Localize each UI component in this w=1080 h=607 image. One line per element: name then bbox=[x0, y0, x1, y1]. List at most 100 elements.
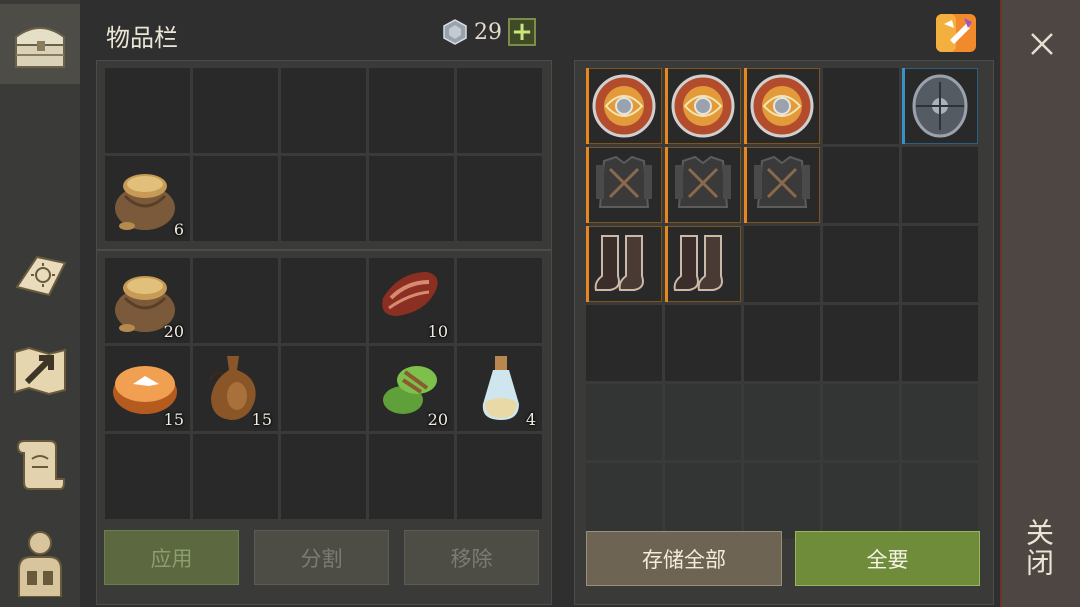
empty-slot[interactable] bbox=[457, 68, 542, 153]
currency-amount: 29 bbox=[474, 19, 502, 45]
empty-slot[interactable] bbox=[369, 156, 454, 241]
item-slot[interactable] bbox=[665, 226, 741, 302]
rarity-marker bbox=[586, 147, 589, 223]
item-slot[interactable] bbox=[586, 147, 662, 223]
take-all-button[interactable]: 全要 bbox=[795, 531, 980, 586]
empty-slot[interactable] bbox=[193, 68, 278, 153]
empty-slot[interactable] bbox=[281, 346, 366, 431]
empty-slot[interactable] bbox=[369, 434, 454, 519]
item-slot[interactable]: 6 bbox=[105, 156, 190, 241]
round-shield-icon bbox=[744, 68, 820, 144]
empty-slot[interactable] bbox=[457, 434, 542, 519]
rarity-marker bbox=[902, 68, 905, 144]
item-slot[interactable]: 20 bbox=[105, 258, 190, 343]
item-slot[interactable]: 15 bbox=[193, 346, 278, 431]
close-panel[interactable]: 关闭 bbox=[1000, 0, 1080, 607]
empty-slot[interactable] bbox=[586, 305, 662, 381]
boots-icon bbox=[665, 226, 741, 302]
empty-slot[interactable] bbox=[193, 156, 278, 241]
item-slot[interactable]: 10 bbox=[369, 258, 454, 343]
close-icon[interactable] bbox=[1022, 24, 1062, 64]
item-slot[interactable] bbox=[744, 147, 820, 223]
empty-slot[interactable] bbox=[823, 226, 899, 302]
apply-button[interactable]: 应用 bbox=[104, 530, 239, 585]
empty-slot[interactable] bbox=[902, 226, 978, 302]
empty-slot[interactable] bbox=[902, 147, 978, 223]
empty-slot[interactable] bbox=[457, 156, 542, 241]
empty-slot[interactable] bbox=[193, 258, 278, 343]
item-quantity: 10 bbox=[427, 322, 448, 341]
map-icon bbox=[14, 346, 66, 396]
empty-slot[interactable] bbox=[665, 305, 741, 381]
empty-slot[interactable] bbox=[281, 258, 366, 343]
add-currency-button[interactable]: + bbox=[508, 18, 536, 46]
quick-slots-grid: 6 bbox=[105, 68, 542, 241]
item-slot[interactable]: 4 bbox=[457, 346, 542, 431]
sidebar-item-inventory[interactable] bbox=[0, 4, 80, 84]
empty-slot[interactable] bbox=[823, 384, 899, 460]
empty-slot[interactable] bbox=[193, 434, 278, 519]
sidebar-item-character[interactable] bbox=[0, 522, 80, 602]
close-label: 关闭 bbox=[1022, 518, 1055, 578]
sun-book-icon bbox=[15, 255, 67, 297]
item-slot[interactable] bbox=[902, 68, 978, 144]
rarity-marker bbox=[665, 147, 668, 223]
empty-slot[interactable] bbox=[744, 305, 820, 381]
empty-slot[interactable] bbox=[665, 463, 741, 539]
empty-slot[interactable] bbox=[369, 68, 454, 153]
item-slot[interactable]: 20 bbox=[369, 346, 454, 431]
sidebar bbox=[0, 0, 80, 607]
empty-slot[interactable] bbox=[902, 463, 978, 539]
armor-icon bbox=[586, 147, 662, 223]
item-slot[interactable] bbox=[665, 147, 741, 223]
empty-slot[interactable] bbox=[823, 147, 899, 223]
empty-slot[interactable] bbox=[105, 434, 190, 519]
rarity-marker bbox=[744, 147, 747, 223]
empty-slot[interactable] bbox=[665, 384, 741, 460]
scroll-icon bbox=[16, 440, 65, 490]
storage-grid bbox=[586, 68, 978, 539]
empty-slot[interactable] bbox=[744, 226, 820, 302]
empty-slot[interactable] bbox=[744, 463, 820, 539]
empty-slot[interactable] bbox=[902, 305, 978, 381]
empty-slot[interactable] bbox=[744, 384, 820, 460]
currency-display: 29 + bbox=[442, 18, 536, 46]
round-shield-icon bbox=[586, 68, 662, 144]
item-slot[interactable] bbox=[586, 68, 662, 144]
remove-button[interactable]: 移除 bbox=[404, 530, 539, 585]
empty-slot[interactable] bbox=[586, 384, 662, 460]
item-quantity: 20 bbox=[427, 410, 448, 429]
sidebar-item-crafting[interactable] bbox=[0, 232, 80, 312]
rarity-marker bbox=[744, 68, 747, 144]
empty-slot[interactable] bbox=[586, 463, 662, 539]
sidebar-item-quests[interactable] bbox=[0, 424, 80, 504]
sidebar-item-map[interactable] bbox=[0, 330, 80, 410]
rarity-marker bbox=[665, 68, 668, 144]
item-slot[interactable]: 15 bbox=[105, 346, 190, 431]
armor-icon bbox=[665, 147, 741, 223]
empty-slot[interactable] bbox=[902, 384, 978, 460]
item-slot[interactable] bbox=[586, 226, 662, 302]
item-slot[interactable] bbox=[665, 68, 741, 144]
item-slot[interactable] bbox=[744, 68, 820, 144]
round-shield-icon bbox=[665, 68, 741, 144]
empty-slot[interactable] bbox=[281, 68, 366, 153]
empty-slot[interactable] bbox=[105, 68, 190, 153]
store-all-button[interactable]: 存储全部 bbox=[586, 531, 782, 586]
item-quantity: 15 bbox=[163, 410, 184, 429]
empty-slot[interactable] bbox=[823, 68, 899, 144]
empty-slot[interactable] bbox=[457, 258, 542, 343]
rarity-marker bbox=[586, 68, 589, 144]
auto-sort-icon[interactable] bbox=[932, 8, 980, 56]
inventory-grid: 20 10 15 15 20 4 bbox=[105, 258, 542, 519]
split-button[interactable]: 分割 bbox=[254, 530, 389, 585]
item-quantity: 4 bbox=[525, 410, 536, 429]
empty-slot[interactable] bbox=[281, 434, 366, 519]
empty-slot[interactable] bbox=[281, 156, 366, 241]
silver-coin-icon bbox=[443, 19, 467, 45]
empty-slot[interactable] bbox=[823, 463, 899, 539]
item-quantity: 20 bbox=[163, 322, 184, 341]
iron-shield-icon bbox=[902, 68, 978, 144]
item-quantity: 15 bbox=[251, 410, 272, 429]
empty-slot[interactable] bbox=[823, 305, 899, 381]
